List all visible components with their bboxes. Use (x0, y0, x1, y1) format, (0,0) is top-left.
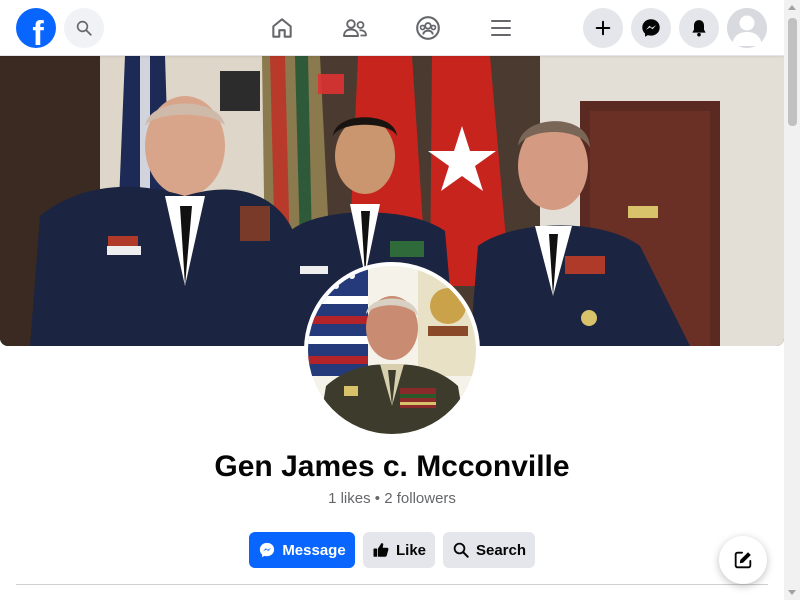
search-button-label: Search (475, 541, 527, 559)
profile-name: Gen James c. Mcconville (214, 450, 570, 483)
top-navigation-bar: f (0, 0, 784, 56)
home-tab[interactable] (266, 12, 298, 44)
scroll-down-arrow-icon[interactable] (788, 590, 796, 595)
messenger-button[interactable] (631, 8, 671, 48)
message-button[interactable]: Message (249, 532, 355, 568)
followers-count[interactable]: 2 followers (384, 490, 456, 507)
scroll-up-arrow-icon[interactable] (788, 5, 796, 10)
like-button[interactable]: Like (363, 532, 435, 568)
likes-count[interactable]: 1 likes (328, 490, 371, 507)
messenger-icon (260, 542, 275, 558)
groups-tab[interactable] (412, 12, 444, 44)
home-icon (272, 18, 292, 38)
friends-icon (343, 19, 367, 37)
menu-icon (491, 20, 511, 36)
menu-tab[interactable] (485, 12, 517, 44)
profile-photo-image (308, 266, 476, 434)
search-profile-button[interactable]: Search (443, 532, 535, 568)
new-message-button[interactable] (719, 536, 767, 584)
notifications-button[interactable] (679, 8, 719, 48)
search-icon (453, 542, 469, 558)
message-button-label: Message (282, 541, 346, 559)
create-button[interactable] (583, 8, 623, 48)
search-button[interactable] (64, 8, 104, 48)
profile-picture[interactable] (304, 262, 480, 438)
profile-stats: 1 likes • 2 followers (0, 489, 784, 509)
page-scrollbar[interactable] (784, 0, 800, 600)
stats-separator: • (374, 490, 381, 507)
search-icon (76, 20, 92, 36)
profile-actions: Message Like Search (0, 532, 784, 568)
groups-icon (416, 16, 440, 40)
messenger-icon (642, 19, 660, 37)
section-divider (16, 584, 768, 585)
like-button-label: Like (395, 541, 426, 559)
account-avatar[interactable] (727, 8, 767, 48)
plus-icon (595, 20, 611, 36)
bell-icon (692, 20, 706, 37)
friends-tab[interactable] (339, 12, 371, 44)
thumbs-up-icon (373, 543, 389, 557)
scroll-thumb[interactable] (788, 18, 797, 126)
avatar (727, 8, 767, 48)
compose-icon (734, 551, 752, 569)
facebook-logo-icon[interactable]: f (16, 8, 56, 48)
